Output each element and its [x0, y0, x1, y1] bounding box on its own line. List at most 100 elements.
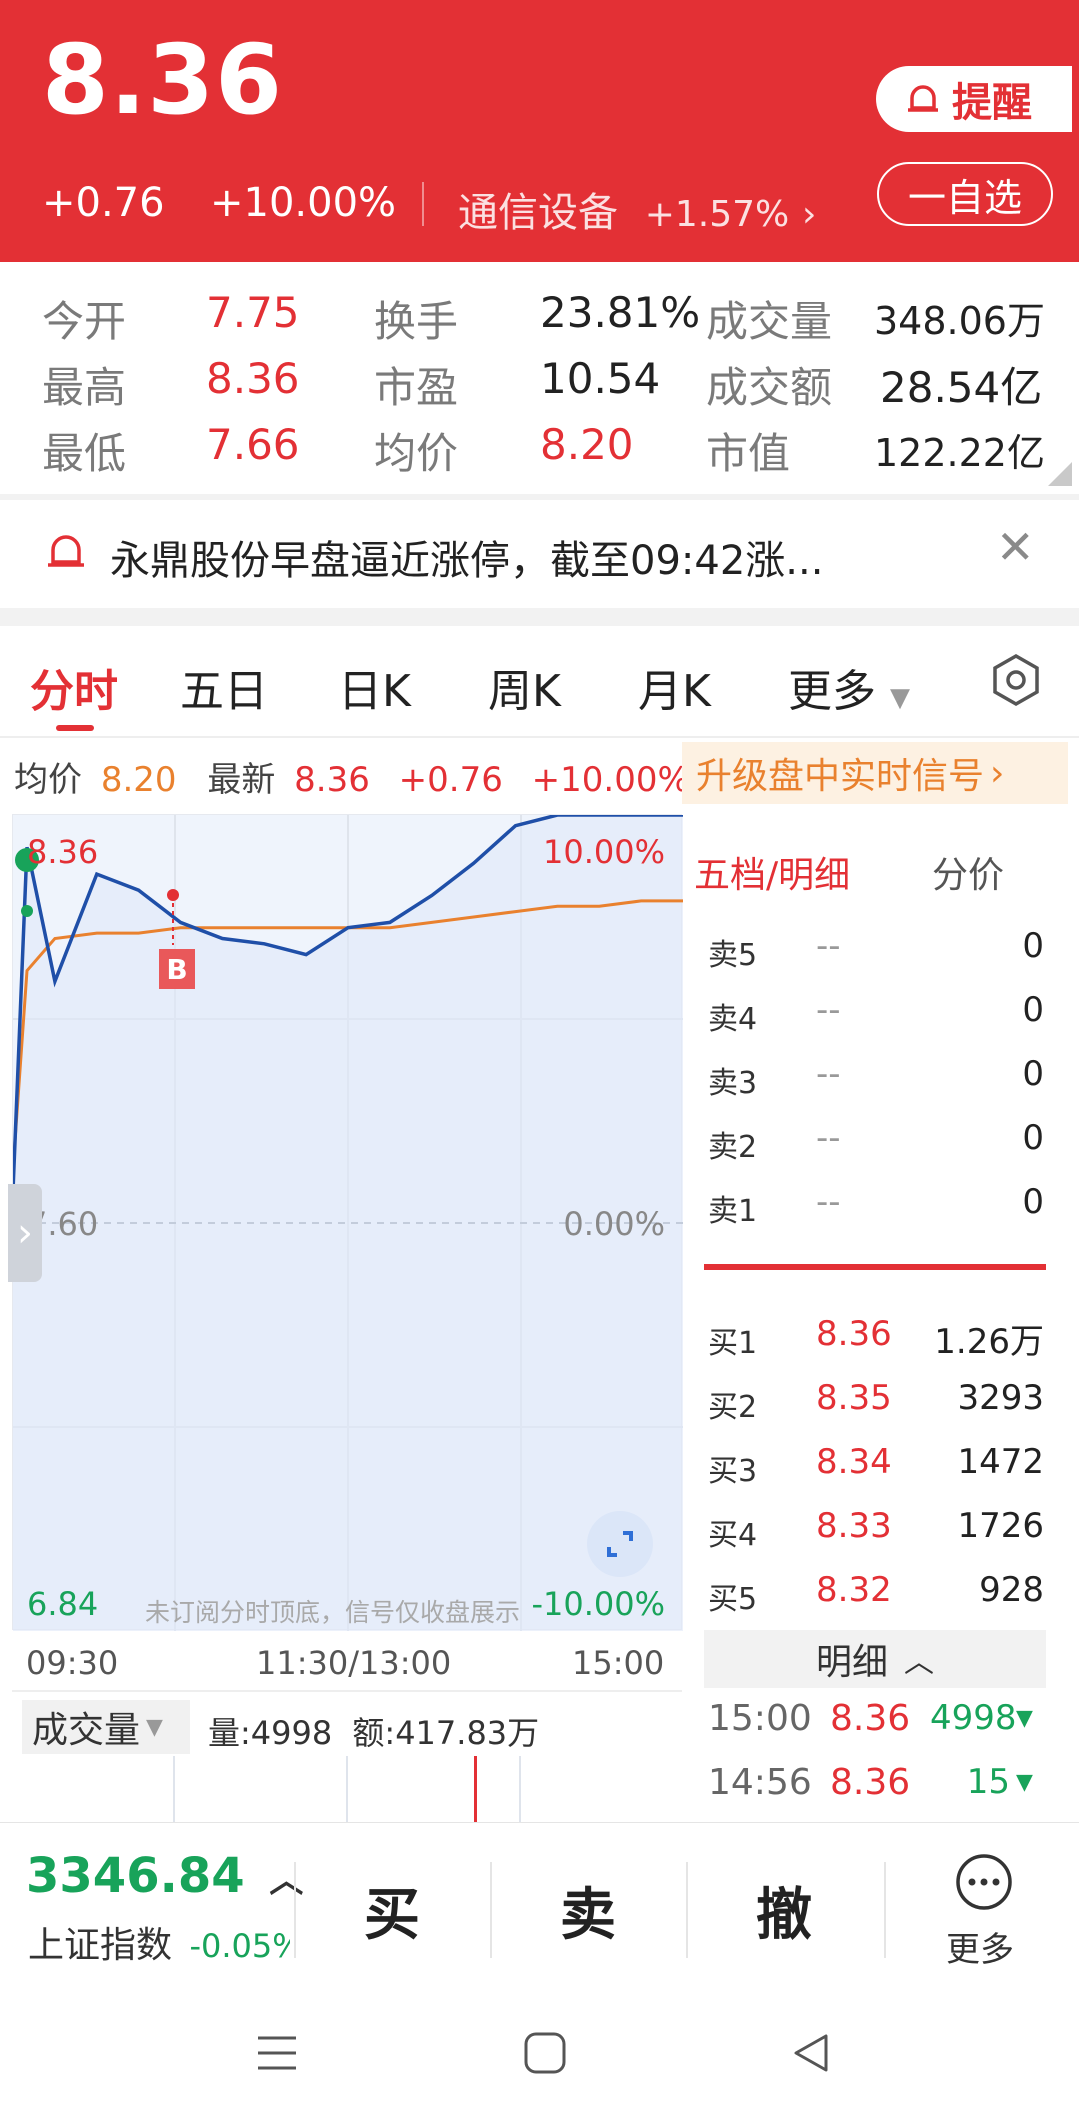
- side-drawer-handle[interactable]: ›: [8, 1184, 42, 1282]
- stat-open-value: 7.75: [206, 288, 300, 337]
- divider: [686, 1862, 688, 1958]
- divider: [294, 1862, 296, 1958]
- bid-level-label: 买1: [708, 1326, 758, 1361]
- ask-level-label: 卖1: [708, 1194, 758, 1229]
- ask-level-label: 卖5: [708, 938, 758, 973]
- stat-amount-value: 28.54亿: [880, 363, 1043, 412]
- ask-volume: 0: [1022, 990, 1044, 1030]
- chevron-up-icon: ︿: [904, 1645, 934, 1680]
- latest-value: 8.36: [294, 760, 370, 800]
- bid-volume: 928: [979, 1570, 1044, 1610]
- stats-panel: 今开 7.75 换手 23.81% 成交量 348.06万 最高 8.36 市盈…: [0, 262, 1079, 500]
- bid-volume: 1.26万: [934, 1322, 1044, 1362]
- close-icon[interactable]: ✕: [996, 520, 1035, 574]
- news-text: 永鼎股份早盘逼近涨停，截至09:42涨...: [110, 538, 824, 584]
- bid-level-label: 买2: [708, 1390, 758, 1425]
- sell-button[interactable]: 卖: [560, 1870, 616, 1951]
- ask-volume: 0: [1022, 926, 1044, 966]
- stat-mktcap-value: 122.22亿: [874, 431, 1045, 475]
- remind-label: 提醒: [952, 80, 1032, 126]
- tab-monthly-k[interactable]: 月K: [638, 655, 711, 719]
- tick-volume: 15: [966, 1762, 1010, 1802]
- header-divider: [422, 182, 424, 226]
- bid-level-label: 买3: [708, 1454, 758, 1489]
- settings-hexagon-icon[interactable]: [988, 652, 1044, 708]
- index-info: 上证指数 -0.05%: [28, 1916, 290, 1968]
- stat-label: 最低: [42, 429, 127, 478]
- tab-more[interactable]: 更多 ▼: [788, 655, 910, 719]
- chevron-up-icon: ︿: [269, 1861, 304, 1901]
- divider: [0, 736, 1079, 738]
- index-name: 上证指数: [28, 1925, 173, 1966]
- tick-volume: 4998: [930, 1698, 1017, 1738]
- home-square-icon[interactable]: [522, 2030, 568, 2076]
- down-triangle-icon: ▼: [1016, 1706, 1033, 1731]
- chart-top-pct: 10.00%: [542, 833, 665, 871]
- chevron-right-icon: ›: [17, 1210, 33, 1256]
- buy-button[interactable]: 买: [364, 1870, 420, 1951]
- menu-icon[interactable]: [254, 2030, 300, 2076]
- volume-label: 成交量: [32, 1710, 141, 1751]
- stock-header: 8.36 +0.76 +10.00% 通信设备 +1.57% › 提醒 一自选: [0, 0, 1079, 262]
- alarm-bell-icon: [48, 535, 84, 567]
- volume-bars: [173, 1756, 521, 1822]
- avg-value: 8.20: [100, 760, 177, 800]
- remind-button[interactable]: 提醒: [876, 66, 1072, 132]
- stat-label: 换手: [374, 297, 459, 346]
- back-triangle-icon[interactable]: [788, 2030, 834, 2076]
- tab-weekly-k[interactable]: 周K: [488, 655, 561, 719]
- current-price: 8.36: [42, 24, 283, 136]
- tab-intraday[interactable]: 分时: [30, 655, 118, 719]
- cancel-order-button[interactable]: 撤: [756, 1870, 812, 1951]
- tab-orderbook[interactable]: 五档/明细: [694, 846, 850, 898]
- tick-time: 14:56: [708, 1762, 812, 1803]
- ask-level-label: 卖4: [708, 1002, 758, 1037]
- index-widget[interactable]: 3346.84 ︿: [26, 1848, 303, 1904]
- more-button[interactable]: 更多: [946, 1852, 1066, 1976]
- bid-price: 8.34: [816, 1442, 892, 1482]
- divider: [490, 1862, 492, 1958]
- index-value: 3346.84: [26, 1848, 245, 1904]
- buy-signal-marker[interactable]: B: [159, 949, 195, 989]
- ask-volume: 0: [1022, 1054, 1044, 1094]
- tab-daily-k[interactable]: 日K: [338, 655, 411, 719]
- system-navigation-bar: [0, 1994, 1079, 2117]
- expand-corner-icon[interactable]: [1048, 462, 1072, 486]
- tick-price: 8.36: [830, 1698, 911, 1739]
- chart-info-bar: 均价 8.20 最新 8.36 +0.76 +10.00%: [14, 752, 690, 801]
- bid-price: 8.32: [816, 1570, 892, 1610]
- stat-label: 成交量: [706, 297, 833, 346]
- stat-label: 今开: [42, 297, 127, 346]
- add-watchlist-button[interactable]: 一自选: [877, 162, 1053, 226]
- upgrade-signal-button[interactable]: 升级盘中实时信号 ›: [682, 742, 1068, 804]
- caret-down-icon: ▼: [890, 683, 910, 713]
- chart-watermark: 未订阅分时顶底，信号仅收盘展示: [145, 1598, 521, 1627]
- bid-volume: 1472: [957, 1442, 1044, 1482]
- detail-toggle[interactable]: 明细 ︿: [704, 1630, 1046, 1688]
- sector-link[interactable]: 通信设备 +1.57% ›: [458, 180, 816, 238]
- stat-avg-value: 8.20: [540, 420, 634, 469]
- index-change: -0.05%: [189, 1927, 290, 1965]
- ask-price: --: [816, 990, 841, 1030]
- fullscreen-button[interactable]: [587, 1511, 653, 1577]
- stat-pe-value: 10.54: [540, 354, 661, 403]
- volume-indicator-select[interactable]: 成交量 ▼: [22, 1700, 190, 1754]
- volume-qty: 量:4998: [208, 1714, 333, 1752]
- time-axis-mid: 11:30/13:00: [256, 1644, 452, 1682]
- ask-price: --: [816, 1054, 841, 1094]
- tab-five-day[interactable]: 五日: [180, 655, 268, 719]
- bid-price: 8.36: [816, 1314, 892, 1354]
- sector-change: +1.57%: [644, 194, 790, 235]
- alarm-bell-icon: [908, 85, 938, 112]
- latest-change-pct: +10.00%: [531, 760, 690, 800]
- tab-price-dist[interactable]: 分价: [932, 846, 1004, 898]
- chart-mid-pct: 0.00%: [563, 1205, 665, 1243]
- down-triangle-icon: ▼: [1016, 1770, 1033, 1795]
- caret-down-icon: ▼: [146, 1714, 163, 1740]
- price-change-pct: +10.00%: [210, 180, 397, 226]
- stat-high-value: 8.36: [206, 354, 300, 403]
- chevron-right-icon: ›: [801, 194, 817, 235]
- bid-price: 8.35: [816, 1378, 892, 1418]
- news-banner[interactable]: 永鼎股份早盘逼近涨停，截至09:42涨... ✕: [0, 500, 1079, 608]
- intraday-chart[interactable]: B 8.36 10.00% 7.60 0.00% 6.84 -10.00% 未订…: [12, 814, 683, 1631]
